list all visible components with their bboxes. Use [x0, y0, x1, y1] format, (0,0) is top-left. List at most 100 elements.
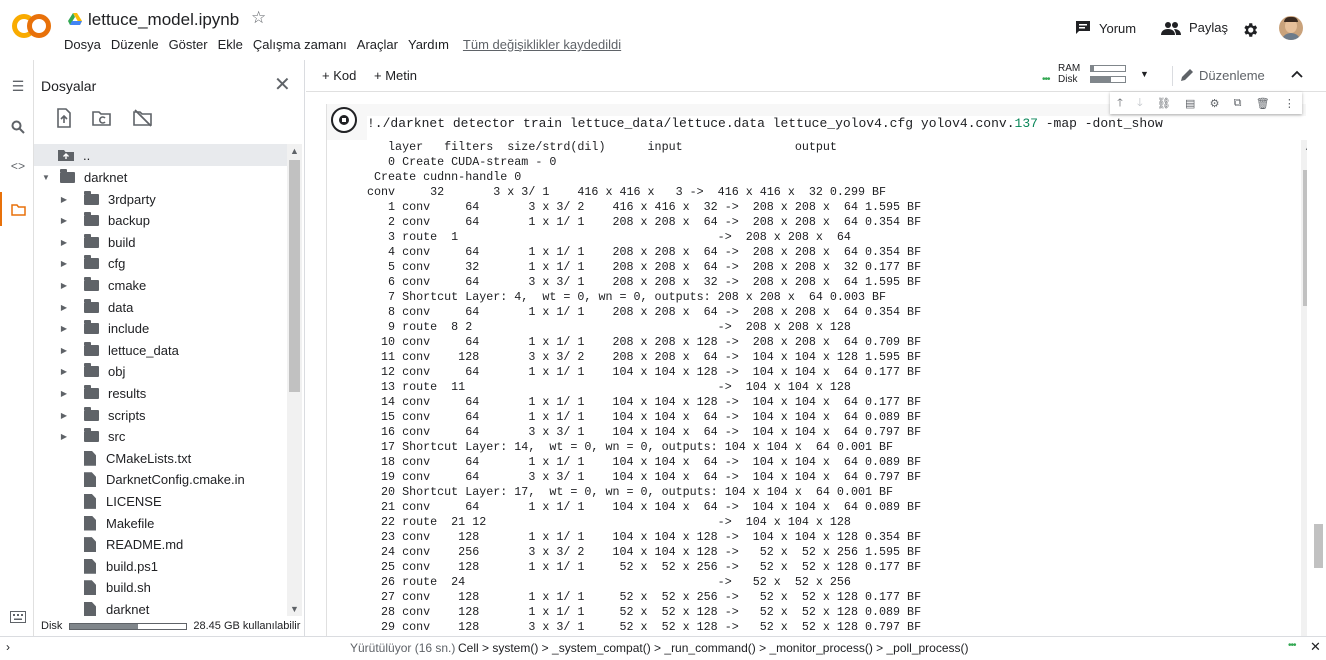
star-icon[interactable]: ☆ [251, 8, 266, 28]
parent-dir-row[interactable]: .. [34, 144, 292, 166]
menu-item-file[interactable]: Dosya [64, 37, 101, 52]
scrollbar-thumb[interactable] [289, 160, 300, 392]
stop-execution-button[interactable] [331, 107, 357, 133]
menu-item-help[interactable]: Yardım [408, 37, 449, 52]
gear-icon[interactable] [1241, 21, 1259, 39]
tree-folder-item[interactable]: ▶ backup [34, 210, 292, 232]
scrollbar-thumb[interactable] [1303, 170, 1307, 306]
tree-file-item[interactable]: build.sh [34, 577, 292, 599]
disk-resource-bar [1090, 76, 1126, 83]
user-avatar[interactable] [1279, 16, 1303, 40]
tree-file-item[interactable]: CMakeLists.txt [34, 447, 292, 469]
chevron-right-icon[interactable]: ▶ [58, 281, 70, 290]
chevron-right-icon[interactable]: ▶ [58, 216, 70, 225]
file-icon [84, 472, 96, 488]
output-line: 28 conv 128 1 x 1/ 1 52 x 52 x 128 -> 52… [367, 605, 922, 619]
toc-icon[interactable]: ☰ [9, 78, 27, 96]
cell-code[interactable]: !./darknet detector train lettuce_data/l… [367, 116, 1307, 142]
tree-folder-item[interactable]: ▶ build [34, 231, 292, 253]
link-icon[interactable]: ⛓ [1157, 97, 1171, 110]
tree-item-label: README.md [106, 537, 184, 553]
scroll-down-icon[interactable]: ▼ [290, 604, 299, 614]
tree-folder-item[interactable]: ▶ obj [34, 361, 292, 383]
move-down-icon[interactable]: 🡓 [1137, 94, 1143, 113]
resource-monitor[interactable]: RAM Disk [1058, 63, 1126, 85]
add-text-button[interactable]: + Metin [374, 68, 417, 83]
chevron-right-icon[interactable]: ▶ [58, 346, 70, 355]
connected-check-icon: ••• [1042, 74, 1050, 85]
keyboard-icon[interactable] [10, 611, 26, 623]
tree-folder-item[interactable]: ▶ cmake [34, 274, 292, 296]
save-status-link[interactable]: Tüm değişiklikler kaydedildi [463, 37, 621, 52]
tree-folder-item[interactable]: ▶ results [34, 382, 292, 404]
tree-root-darknet[interactable]: ▼ darknet [34, 166, 292, 188]
add-code-button[interactable]: + Kod [322, 68, 356, 83]
scroll-up-icon[interactable]: ▲ [1304, 142, 1307, 152]
code-snippets-icon[interactable]: <> [9, 160, 27, 178]
notebook-title[interactable]: lettuce_model.ipynb [88, 10, 239, 30]
share-button[interactable]: Paylaş [1161, 20, 1228, 35]
tree-file-item[interactable]: darknet [34, 598, 292, 616]
folder-icon [84, 406, 99, 421]
menu-item-insert[interactable]: Ekle [218, 37, 243, 52]
tree-folder-item[interactable]: ▶ data [34, 296, 292, 318]
scrollbar-thumb[interactable] [1314, 524, 1323, 568]
gear-icon[interactable]: ⚙ [1210, 97, 1220, 110]
chevron-right-icon[interactable]: ▶ [58, 195, 70, 204]
delete-icon[interactable]: 🗑 [1256, 97, 1270, 110]
tree-folder-item[interactable]: ▶ include [34, 318, 292, 340]
output-line: 17 Shortcut Layer: 14, wt = 0, wn = 0, o… [367, 440, 894, 454]
tree-folder-item[interactable]: ▶ lettuce_data [34, 339, 292, 361]
output-text: layer filters size/strd(dil) input outpu… [367, 140, 921, 635]
refresh-folder-icon[interactable] [92, 108, 112, 128]
notebook-toolbar: + Kod + Metin ••• RAM Disk ▼ Düzenleme [306, 60, 1326, 92]
tree-folder-item[interactable]: ▶ scripts [34, 404, 292, 426]
search-icon[interactable] [11, 120, 25, 134]
runtime-dropdown-icon[interactable]: ▼ [1140, 69, 1149, 79]
comment-label: Yorum [1099, 20, 1137, 36]
tree-folder-item[interactable]: ▶ 3rdparty [34, 188, 292, 210]
scroll-up-icon[interactable]: ▲ [290, 146, 299, 156]
chevron-down-icon[interactable]: ▼ [40, 173, 52, 182]
output-line: 15 conv 64 1 x 1/ 1 104 x 104 x 64 -> 10… [367, 410, 922, 424]
folder-icon[interactable] [11, 204, 26, 216]
close-icon[interactable]: ✕ [1310, 639, 1321, 655]
upload-icon[interactable] [54, 108, 74, 128]
chevron-right-icon[interactable]: ▶ [58, 303, 70, 312]
tree-file-item[interactable]: Makefile [34, 512, 292, 534]
chevron-right-icon[interactable]: ▶ [58, 324, 70, 333]
comment-icon[interactable]: ▤ [1185, 97, 1195, 110]
chevron-right-icon[interactable]: ▶ [58, 411, 70, 420]
menu-item-edit[interactable]: Düzenle [111, 37, 159, 52]
code-cell[interactable]: !./darknet detector train lettuce_data/l… [326, 104, 1307, 636]
menu-item-tools[interactable]: Araçlar [357, 37, 398, 52]
tree-file-item[interactable]: LICENSE [34, 490, 292, 512]
disk-usage-bar [69, 622, 188, 630]
close-icon[interactable]: ✕ [274, 72, 291, 97]
editing-mode-button[interactable]: Düzenleme [1199, 68, 1265, 83]
more-vert-icon[interactable]: ⋮ [1284, 97, 1295, 110]
page-scrollbar[interactable] [1311, 60, 1326, 636]
comment-button[interactable]: Yorum [1075, 20, 1136, 36]
folder-icon [60, 168, 75, 183]
chevron-up-icon[interactable] [1291, 70, 1303, 78]
output-scrollbar[interactable]: ▲ [1301, 140, 1307, 636]
chevron-right-icon[interactable]: ▶ [58, 238, 70, 247]
menu-item-runtime[interactable]: Çalışma zamanı [253, 37, 347, 52]
menu-item-view[interactable]: Göster [169, 37, 208, 52]
unmount-drive-icon[interactable] [133, 108, 153, 128]
move-up-icon[interactable]: 🡑 [1117, 94, 1123, 113]
chevron-right-icon[interactable]: ▶ [58, 367, 70, 376]
tree-file-item[interactable]: DarknetConfig.cmake.in [34, 469, 292, 491]
chevron-right-icon[interactable]: › [6, 640, 10, 654]
chevron-right-icon[interactable]: ▶ [58, 432, 70, 441]
file-tree-scrollbar[interactable]: ▲ ▼ [287, 144, 302, 616]
tree-folder-item[interactable]: ▶ src [34, 426, 292, 448]
tree-file-item[interactable]: build.ps1 [34, 555, 292, 577]
tree-file-item[interactable]: README.md [34, 534, 292, 556]
chevron-right-icon[interactable]: ▶ [58, 259, 70, 268]
mirror-cell-icon[interactable]: ⧉ [1234, 97, 1242, 110]
chevron-right-icon[interactable]: ▶ [58, 389, 70, 398]
colab-logo[interactable] [12, 14, 52, 40]
tree-folder-item[interactable]: ▶ cfg [34, 253, 292, 275]
